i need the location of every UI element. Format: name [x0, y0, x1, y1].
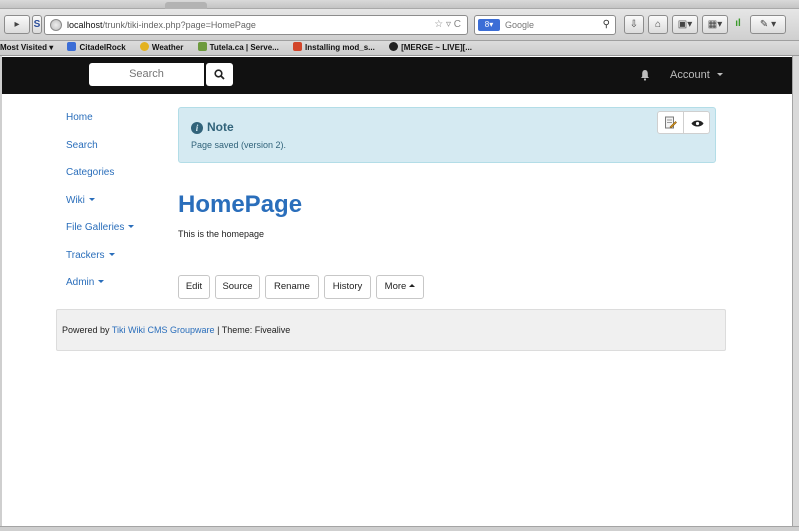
github-icon [389, 42, 399, 51]
signal-bars-icon[interactable]: ıl [732, 15, 744, 34]
home-icon[interactable]: ⌂ [648, 15, 668, 34]
address-bar[interactable]: localhost/trunk/tiki-index.php?page=Home… [44, 15, 468, 35]
url-host: localhost [67, 20, 103, 30]
edit-document-icon [665, 116, 677, 129]
bookmark-favicon-icon [197, 42, 207, 51]
history-button[interactable]: History [324, 275, 371, 299]
chevron-down-icon [108, 252, 115, 256]
window-border-left [0, 56, 2, 531]
site-search-button[interactable] [206, 63, 233, 86]
chevron-down-icon [98, 280, 105, 283]
bell-icon[interactable] [640, 69, 650, 81]
sidebar-item-categories[interactable]: Categories [66, 165, 166, 193]
bookmarks-toolbar: Most Visited ▾ CitadelRock Weather Tutel… [0, 41, 799, 56]
chevron-up-icon [409, 284, 416, 287]
sidebar-item-trackers[interactable]: Trackers [66, 248, 166, 276]
bookmark-tutela[interactable]: Tutela.ca | Serve... [197, 41, 279, 55]
window-border-bottom [0, 526, 799, 531]
bookmark-weather[interactable]: Weather [139, 41, 183, 55]
bookmark-citadelrock[interactable]: CitadelRock [67, 41, 126, 55]
browser-search-bar[interactable]: 8▾ Google ⚲ [474, 15, 616, 35]
bookmark-favicon-icon [67, 42, 77, 51]
chevron-down-icon [716, 73, 723, 76]
page-title[interactable]: HomePage [178, 190, 302, 220]
chevron-down-icon [88, 197, 95, 201]
bookmark-most-visited[interactable]: Most Visited ▾ [0, 41, 53, 55]
page-body-text: This is the homepage [178, 229, 265, 239]
note-toolbar [657, 111, 712, 135]
tools-menu-icon[interactable]: ✎ ▾ [750, 15, 786, 34]
browser-tab[interactable] [165, 2, 207, 9]
info-icon: i [191, 122, 203, 134]
note-message: Page saved (version 2). [191, 140, 287, 150]
page-footer: Powered by Tiki Wiki CMS Groupware | The… [56, 309, 726, 351]
chevron-down-icon [128, 225, 135, 228]
sidebar-menu: Home Search Categories Wiki File Galleri… [66, 110, 166, 303]
sidebar-item-wiki[interactable]: Wiki [66, 193, 166, 221]
screenshot-addon-icon[interactable]: ▣▾ [672, 15, 698, 34]
bookmark-star-reload-icons[interactable]: ☆ ▿ C [434, 16, 461, 34]
sidebar-item-search[interactable]: Search [66, 138, 166, 166]
edit-page-button[interactable] [657, 111, 684, 134]
site-search-input[interactable] [89, 63, 204, 86]
bookmark-merge-live[interactable]: [MERGE ~ LIVE][... [389, 41, 472, 55]
footer-theme-text: | Theme: Fivealive [214, 325, 291, 335]
rename-button[interactable]: Rename [265, 275, 319, 299]
more-label: More [384, 281, 407, 292]
account-menu[interactable]: Account [670, 66, 723, 84]
globe-icon [50, 19, 62, 31]
search-icon[interactable]: ⚲ [603, 16, 610, 34]
bookmark-favicon-icon [293, 42, 303, 51]
account-label: Account [670, 69, 710, 81]
bookmark-installing-mod[interactable]: Installing mod_s... [293, 41, 375, 55]
download-icon[interactable]: ⇩ [624, 15, 644, 34]
footer-prefix: Powered by [62, 325, 112, 335]
browser-toolbar: ▸ S localhost/trunk/tiki-index.php?page=… [0, 9, 799, 41]
note-alert: i Note Page saved (version 2). [178, 107, 716, 163]
site-navbar: Account [0, 57, 799, 94]
search-engine-label: Google [505, 20, 535, 30]
weather-icon [139, 42, 149, 51]
window-title-strip [0, 0, 799, 9]
site-identity-icon[interactable]: S [32, 15, 42, 34]
source-button[interactable]: Source [215, 275, 260, 299]
search-icon [214, 69, 225, 80]
edit-button[interactable]: Edit [178, 275, 210, 299]
note-title: i Note [191, 119, 234, 135]
footer-tiki-link[interactable]: Tiki Wiki CMS Groupware [112, 325, 215, 335]
search-engine-icon[interactable]: 8▾ [478, 19, 500, 31]
window-border-right [792, 56, 799, 531]
sidebar-item-home[interactable]: Home [66, 110, 166, 138]
sidebar-item-admin[interactable]: Admin [66, 275, 166, 303]
eye-icon [691, 120, 704, 127]
url-path: /trunk/tiki-index.php?page=HomePage [102, 20, 256, 30]
back-forward-button[interactable]: ▸ [4, 15, 30, 34]
sidebar-item-file-galleries[interactable]: File Galleries [66, 220, 166, 248]
more-menu-button[interactable]: More [376, 275, 424, 299]
watch-page-button[interactable] [683, 111, 710, 134]
addon-menu-icon[interactable]: ▦▾ [702, 15, 728, 34]
